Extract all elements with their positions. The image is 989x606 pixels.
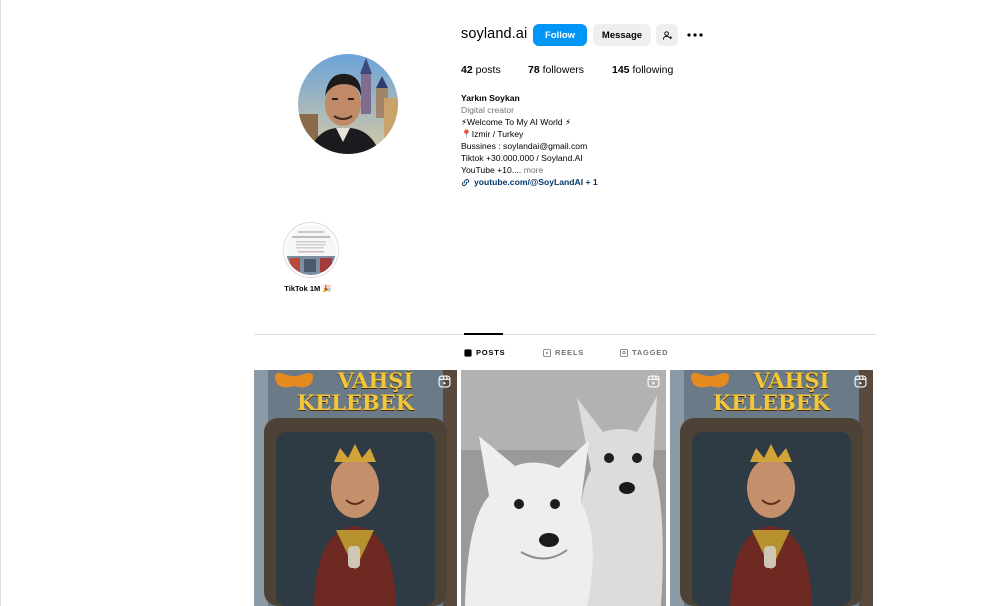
tab-tagged[interactable]: TAGGED [620, 348, 668, 357]
page-left-border [0, 0, 1, 606]
bio-line: YouTube +10.... [461, 165, 522, 175]
bio-line: Bussines : soylandai@gmail.com [461, 141, 588, 151]
post-title-line: VAHŞİ [753, 370, 830, 393]
posts-stat: 42 posts [461, 64, 501, 76]
followers-count: 78 [528, 64, 540, 76]
profile-username: soyland.ai [461, 26, 528, 42]
followers-label: followers [542, 64, 585, 76]
following-label: following [632, 64, 674, 76]
add-person-icon [662, 30, 672, 40]
bio-line: Tiktok +30.000.000 / Soyland.AI [461, 153, 583, 163]
posts-count: 42 [461, 64, 473, 76]
follow-button[interactable]: Follow [533, 24, 587, 46]
followers-stat[interactable]: 78 followers [528, 64, 584, 76]
post-thumbnail[interactable]: VAHŞİ KELEBEK [254, 370, 457, 606]
avatar-image [298, 54, 398, 154]
bio-category: Digital creator [461, 105, 515, 115]
bio-external-link[interactable]: youtube.com/@SoyLandAI + 1 [461, 176, 598, 188]
bio-full-name: Yarkın Soykan [461, 93, 520, 103]
following-count: 145 [612, 64, 630, 76]
bio-line: 📍Izmir / Turkey [461, 129, 524, 139]
grid-icon [464, 348, 472, 357]
message-button[interactable]: Message [593, 24, 651, 46]
more-options-button[interactable] [684, 24, 706, 46]
posts-label: posts [475, 64, 501, 76]
following-stat[interactable]: 145 following [612, 64, 673, 76]
highlight-label: TikTok 1M 🎉 [284, 284, 332, 293]
post-image-wolves [461, 370, 666, 606]
suggested-accounts-button[interactable] [656, 24, 678, 46]
reel-icon [438, 375, 451, 388]
tab-reels[interactable]: REELS [543, 348, 584, 357]
post-title-line: KELEBEK [712, 390, 831, 415]
reel-icon [647, 375, 660, 388]
active-tab-indicator [464, 333, 503, 335]
tab-reels-label: REELS [555, 348, 585, 357]
link-icon [461, 178, 470, 186]
bio-link-text: youtube.com/@SoyLandAI + 1 [474, 177, 598, 187]
post-thumbnail[interactable] [461, 370, 666, 606]
tab-tagged-label: TAGGED [632, 348, 669, 357]
highlight-thumbnail [286, 225, 336, 275]
reels-icon [543, 348, 551, 357]
post-title: VAHŞİ KELEBEK [254, 370, 457, 414]
post-thumbnail[interactable]: VAHŞİ KELEBEK [670, 370, 873, 606]
highlight-ring [283, 222, 339, 278]
tagged-icon [620, 348, 628, 357]
bio-more-link[interactable]: more [524, 165, 544, 175]
bio-line-truncated: YouTube +10.... more [461, 164, 598, 176]
profile-avatar[interactable] [298, 54, 398, 154]
post-title-line: VAHŞİ [337, 370, 414, 393]
tabs-divider [254, 334, 876, 335]
tab-posts[interactable]: POSTS [464, 348, 505, 357]
tab-posts-label: POSTS [476, 348, 506, 357]
post-title: VAHŞİ KELEBEK [670, 370, 873, 414]
post-title-line: KELEBEK [296, 390, 415, 415]
more-options-icon [687, 33, 703, 37]
story-highlight[interactable]: TikTok 1M 🎉 [281, 222, 341, 293]
highlight-cover [286, 225, 336, 275]
profile-bio: Yarkın Soykan Digital creator ⚡Welcome T… [461, 92, 598, 188]
reel-icon [854, 375, 867, 388]
bio-line: ⚡Welcome To My AI World ⚡ [461, 117, 571, 127]
